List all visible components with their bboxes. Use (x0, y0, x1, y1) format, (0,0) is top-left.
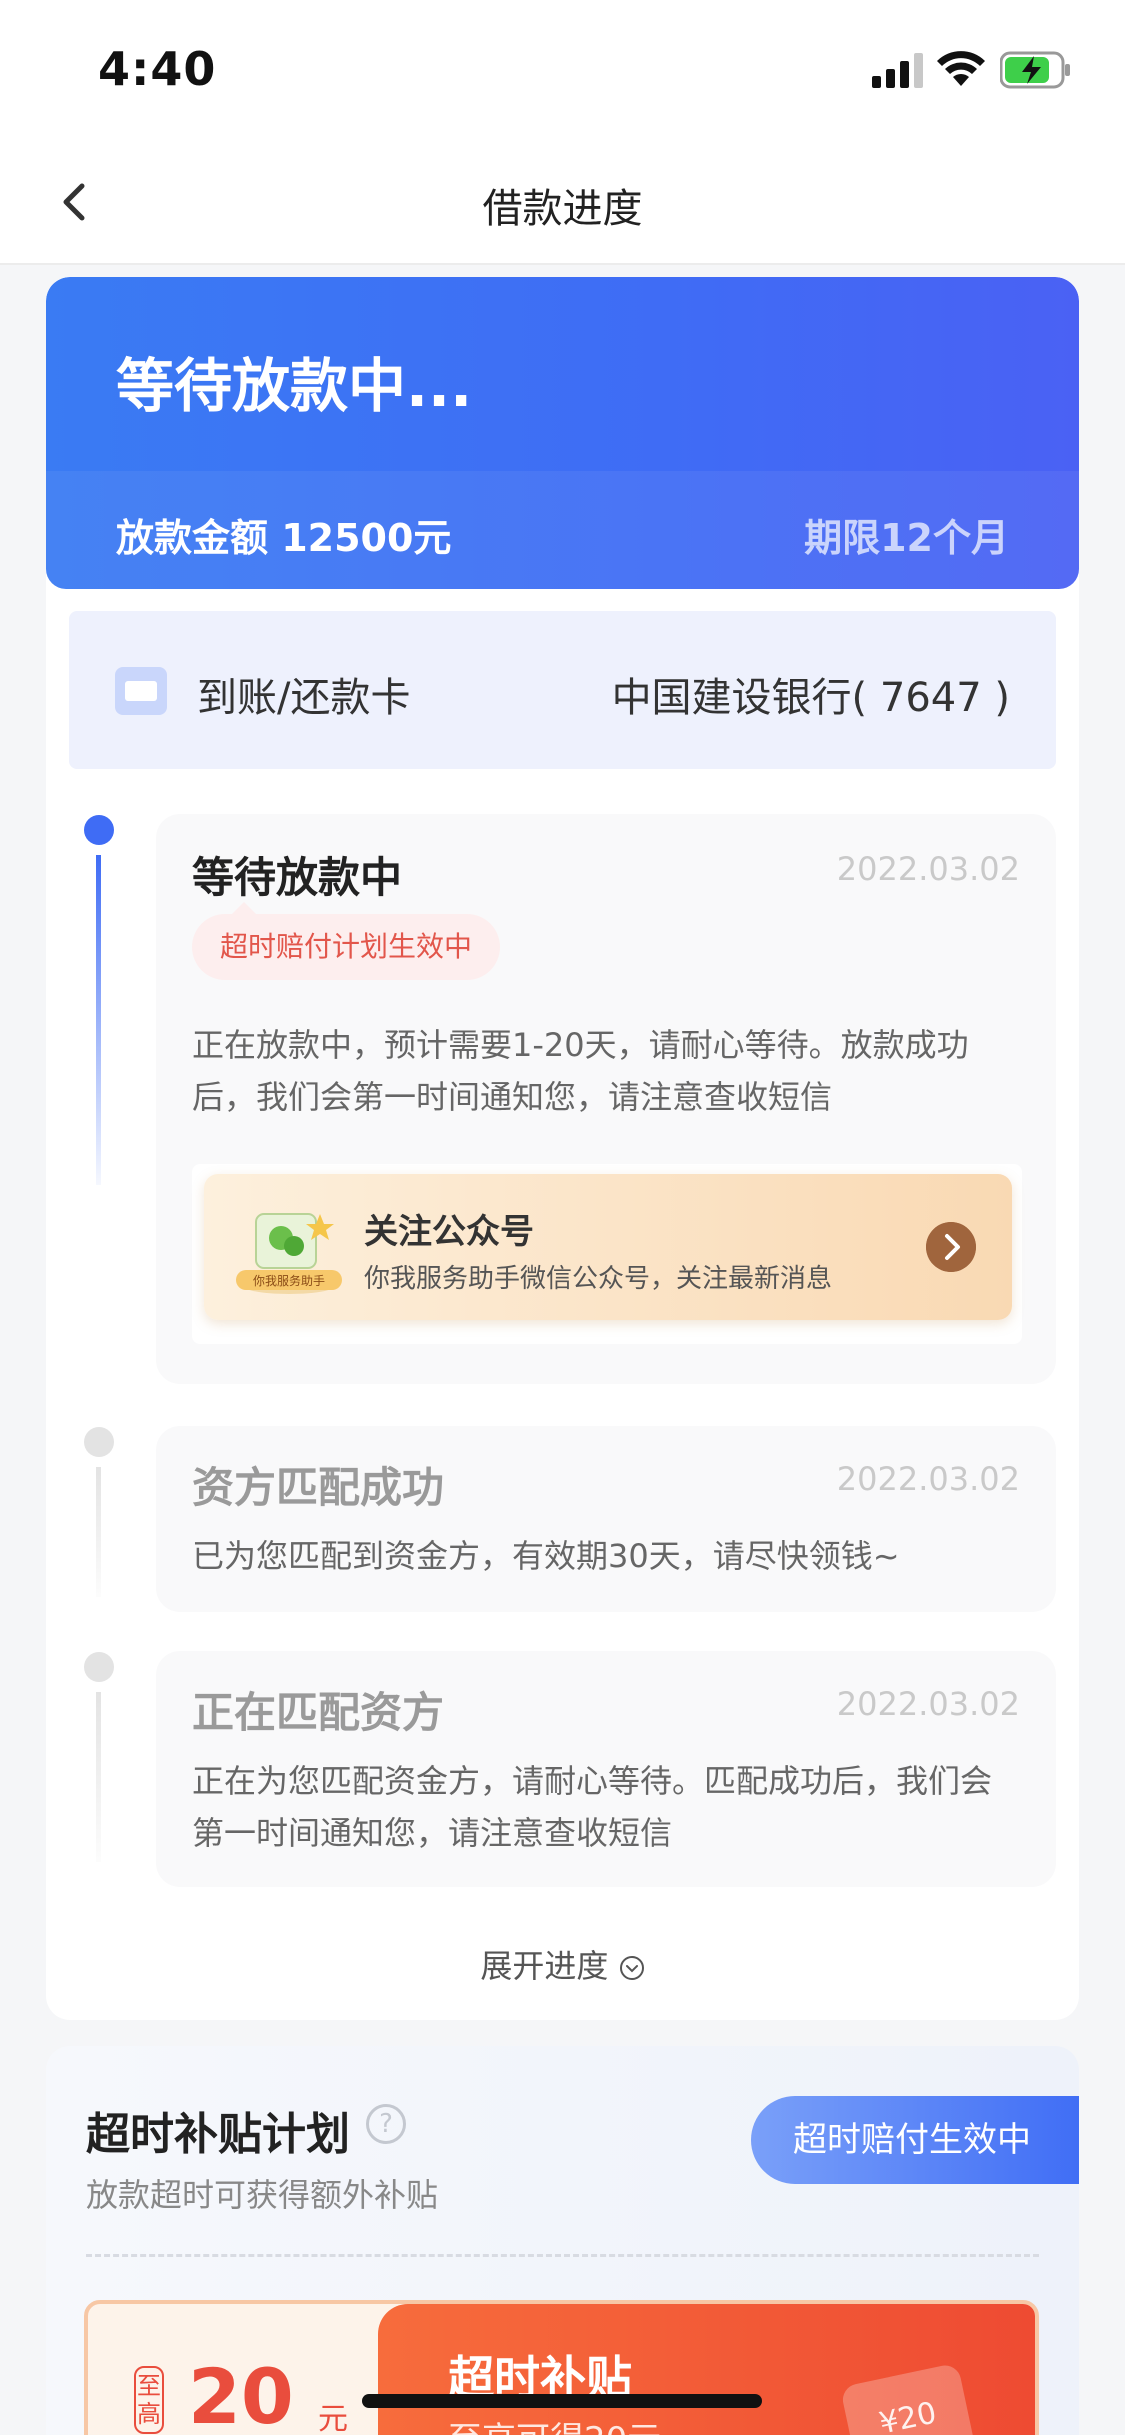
coupon-unit: 元 (318, 2402, 348, 2435)
timeline-dot (84, 1652, 114, 1682)
subsidy-card: 超时补贴计划 ? 放款超时可获得额外补贴 超时赔付生效中 至高 20 元 超时补… (46, 2046, 1079, 2435)
hero-status: 等待放款中... (116, 352, 473, 420)
step-description: 正在为您匹配资金方，请耐心等待。匹配成功后，我们会第一时间通知您，请注意查收短信 (192, 1762, 993, 1852)
step-title: 资方匹配成功 (192, 1463, 445, 1512)
step-date: 2022.03.02 (836, 1460, 1020, 1498)
coupon-subtitle: 至高可得20元 (448, 2412, 661, 2435)
chevron-down-circle-icon (619, 1956, 644, 1980)
status-time: 4:40 (98, 42, 217, 96)
bank-card-row[interactable]: 到账/还款卡 中国建设银行( 7647 ) (69, 611, 1056, 769)
ticket-icon: ¥20 (839, 2362, 977, 2435)
timeline-step-1: 等待放款中 2022.03.02 超时赔付计划生效中 正在放款中，预计需要1-2… (156, 814, 1056, 1384)
timeline-dot-active (84, 815, 114, 845)
cellular-signal-icon (872, 53, 923, 88)
follow-banner-wrap: 你我服务助手 关注公众号 你我服务助手微信公众号，关注最新消息 (192, 1164, 1022, 1344)
timeline-dot (84, 1427, 114, 1457)
timeline-line (96, 1467, 101, 1597)
bank-card-icon (115, 667, 167, 715)
bank-card-value: 中国建设银行( 7647 ) (611, 675, 1010, 721)
step-title: 等待放款中 (192, 853, 403, 902)
step-date: 2022.03.02 (836, 1685, 1020, 1723)
loan-progress-card: 等待放款中... 放款金额 12500元 期限12个月 到账/还款卡 中国建设银… (46, 277, 1079, 2020)
subsidy-description: 放款超时可获得额外补贴 (86, 2176, 439, 2214)
loan-amount: 放款金额 12500元 (116, 516, 452, 560)
bank-card-label: 到账/还款卡 (197, 675, 411, 721)
page-title: 借款进度 (482, 186, 643, 232)
expand-progress-button[interactable]: 展开进度 (46, 1941, 1079, 1987)
step-description: 正在放款中，预计需要1-20天，请耐心等待。放款成功后，我们会第一时间通知您，请… (192, 1026, 969, 1116)
coupon-right: 超时补贴 至高可得20元 ¥20 (378, 2304, 1035, 2435)
step-title: 正在匹配资方 (192, 1688, 445, 1737)
follow-icon-caption: 你我服务助手 (253, 1273, 325, 1288)
timeline-line-active (96, 855, 101, 1185)
status-bar: 4:40 (0, 0, 1125, 140)
coupon-amount: 20 (188, 2352, 294, 2435)
expand-progress-label: 展开进度 (480, 1947, 609, 1985)
battery-charging-icon (1000, 51, 1070, 89)
coupon-prefix: 至高 (134, 2366, 164, 2434)
follow-subtitle: 你我服务助手微信公众号，关注最新消息 (364, 1264, 833, 1294)
status-badge: 超时赔付计划生效中 (192, 902, 501, 980)
nav-bar: 借款进度 (0, 140, 1125, 265)
subsidy-title: 超时补贴计划 (86, 2109, 350, 2160)
timeline-step-3: 正在匹配资方 2022.03.02 正在为您匹配资金方，请耐心等待。匹配成功后，… (156, 1651, 1056, 1887)
subsidy-coupon[interactable]: 至高 20 元 超时补贴 至高可得20元 ¥20 (84, 2300, 1039, 2435)
chevron-right-icon (926, 1222, 976, 1272)
timeline-line (96, 1692, 101, 1862)
timeline-step-2: 资方匹配成功 2022.03.02 已为您匹配到资金方，有效期30天，请尽快领钱… (156, 1426, 1056, 1612)
wifi-icon (937, 51, 985, 86)
divider (86, 2254, 1039, 2257)
step-date: 2022.03.02 (836, 850, 1020, 888)
subsidy-status-pill[interactable]: 超时赔付生效中 (751, 2096, 1079, 2184)
follow-title: 关注公众号 (364, 1212, 534, 1252)
follow-official-account-banner[interactable]: 你我服务助手 关注公众号 你我服务助手微信公众号，关注最新消息 (204, 1174, 1012, 1320)
coupon-left: 至高 20 元 (88, 2304, 378, 2435)
wechat-assistant-icon: 你我服务助手 (236, 1213, 342, 1294)
status-hero: 等待放款中... 放款金额 12500元 期限12个月 (46, 277, 1079, 589)
step-description: 已为您匹配到资金方，有效期30天，请尽快领钱~ (192, 1537, 900, 1575)
help-icon[interactable]: ? (366, 2104, 406, 2144)
home-indicator (362, 2394, 762, 2408)
loan-term: 期限12个月 (804, 516, 1009, 560)
